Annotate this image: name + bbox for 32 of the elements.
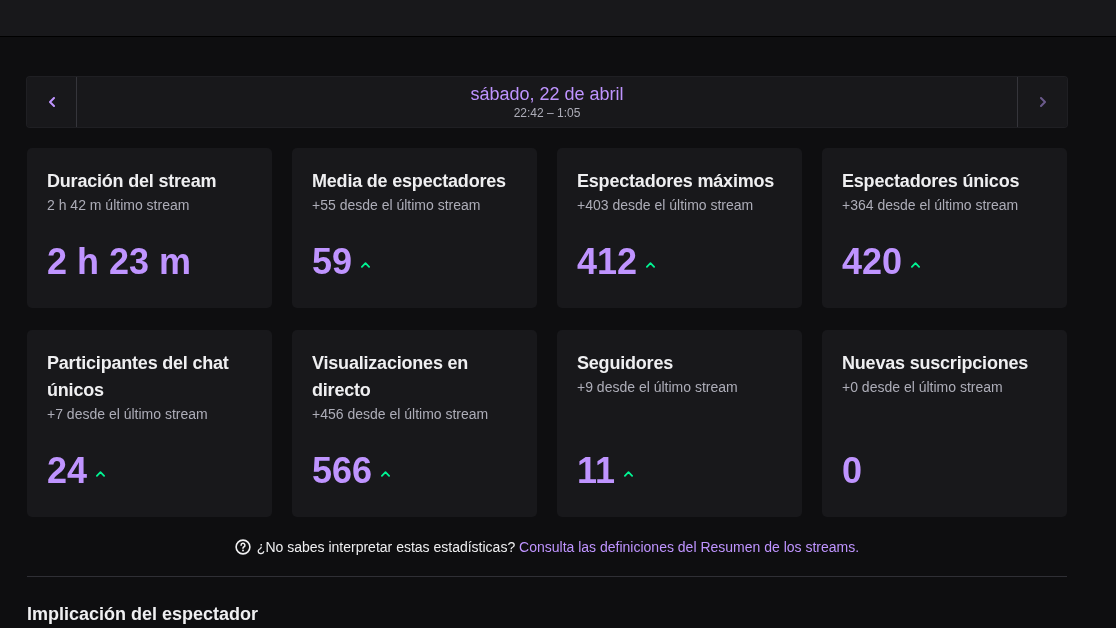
stat-change: +364 desde el último stream bbox=[842, 196, 1019, 215]
stat-title: Nuevas suscripciones bbox=[842, 352, 1029, 375]
stat-change: +403 desde el último stream bbox=[577, 196, 754, 215]
help-text: ¿No sabes interpretar estas estadísticas? Consulta las definiciones del Resumen de los streams. bbox=[256, 538, 860, 557]
chevron-right-icon bbox=[1039, 97, 1046, 107]
stat-value: 11 bbox=[577, 449, 616, 493]
stat-change: +9 desde el último stream bbox=[577, 378, 738, 397]
chevron-left-icon bbox=[48, 97, 55, 107]
date-title: sábado, 22 de abril bbox=[470, 83, 624, 105]
stat-title: Seguidores bbox=[577, 352, 674, 375]
stat-change: +456 desde el último stream bbox=[312, 405, 489, 424]
definitions-link[interactable]: Consulta las definiciones del Resumen de los streams. bbox=[519, 539, 860, 555]
time-range: 22:42 – 1:05 bbox=[513, 105, 581, 121]
stat-change: +55 desde el último stream bbox=[312, 196, 481, 215]
stat-value: 420 bbox=[842, 240, 903, 284]
stat-value: 24 bbox=[47, 449, 88, 493]
stat-title: Visualizaciones en directo bbox=[312, 352, 470, 402]
stat-value: 2 h 23 m bbox=[47, 240, 192, 284]
stat-change: +0 desde el último stream bbox=[842, 378, 1003, 397]
section-title: Implicación del espectador bbox=[27, 603, 260, 625]
stat-title: Espectadores únicos bbox=[842, 170, 1020, 193]
stat-change: +7 desde el último stream bbox=[47, 405, 208, 424]
stat-title: Duración del stream bbox=[47, 170, 217, 193]
stat-title: Espectadores máximos bbox=[577, 170, 775, 193]
stat-title: Media de espectadores bbox=[312, 170, 506, 193]
stat-value: 59 bbox=[312, 240, 353, 284]
help-icon bbox=[234, 539, 251, 555]
stat-value: 566 bbox=[312, 449, 373, 493]
stat-value: 0 bbox=[842, 449, 863, 493]
stat-change: 2 h 42 m último stream bbox=[47, 196, 190, 215]
stat-title: Participantes del chat únicos bbox=[47, 352, 230, 402]
stat-value: 412 bbox=[577, 240, 638, 284]
